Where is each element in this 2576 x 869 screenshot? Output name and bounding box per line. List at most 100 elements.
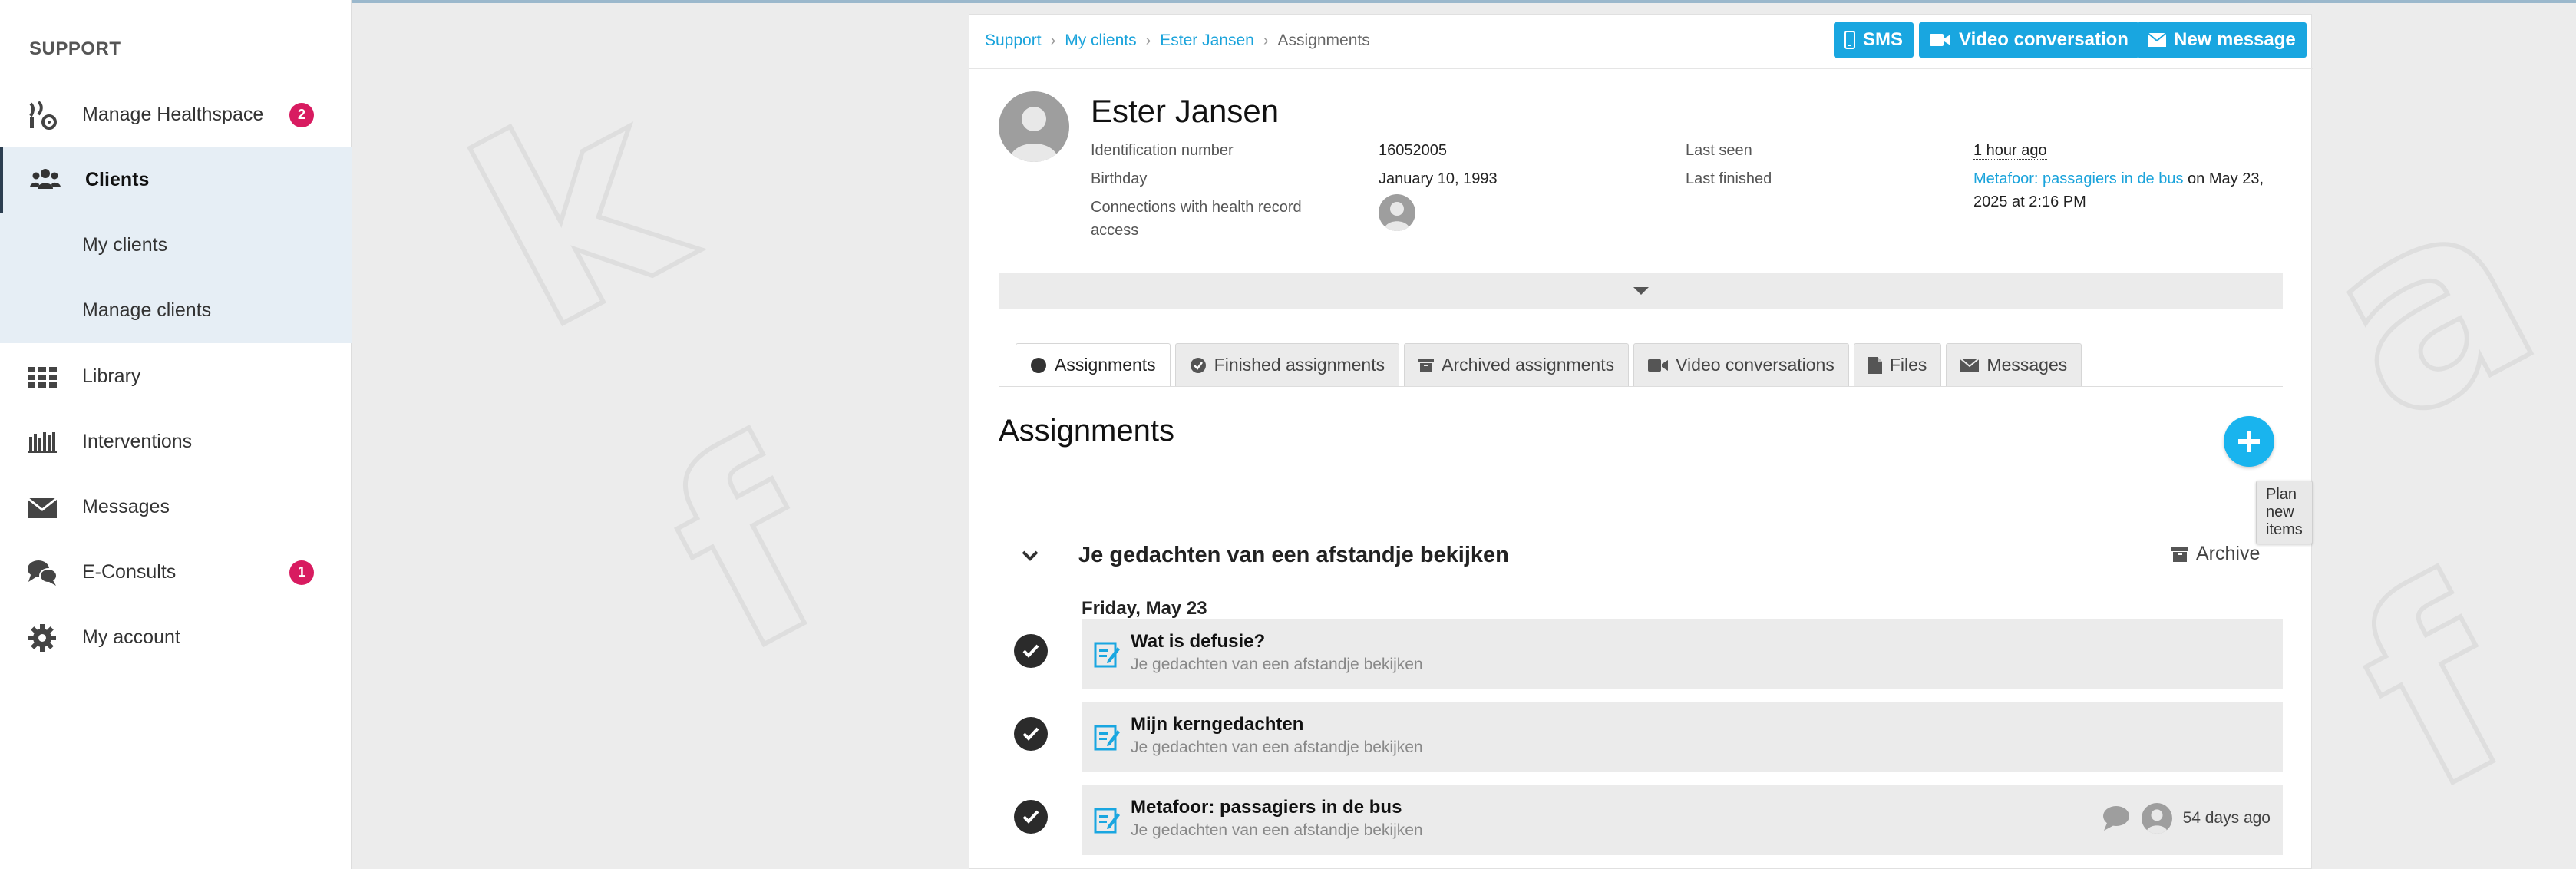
top-accent-line bbox=[0, 0, 2576, 3]
tab-video-conversations[interactable]: Video conversations bbox=[1633, 343, 1849, 386]
assignment-title: Metafoor: passagiers in de bus bbox=[1131, 797, 1402, 818]
tab-messages[interactable]: Messages bbox=[1946, 343, 2082, 386]
archive-button[interactable]: Archive bbox=[2171, 543, 2260, 565]
sidebar-item-label: Messages bbox=[82, 496, 170, 517]
completed-check-icon bbox=[1014, 717, 1048, 751]
sidebar-item-manage-healthspace[interactable]: Manage Healthspace 2 bbox=[0, 82, 352, 147]
completed-check-icon bbox=[1014, 634, 1048, 668]
assignment-row[interactable]: Mijn kerngedachten Je gedachten van een … bbox=[1082, 702, 2283, 772]
assignment-row[interactable]: Wat is defusie? Je gedachten van een afs… bbox=[1082, 619, 2283, 689]
envelope-icon bbox=[1960, 358, 1980, 372]
client-avatar-small bbox=[2141, 803, 2172, 834]
sidebar-item-interventions[interactable]: Interventions bbox=[0, 409, 352, 474]
client-name: Ester Jansen bbox=[1091, 93, 1280, 129]
last-finished-value: Metafoor: passagiers in de bus on May 23… bbox=[1973, 167, 2273, 213]
sidebar-subitem-my-clients[interactable]: My clients bbox=[0, 213, 352, 278]
chat-bubbles-icon bbox=[28, 560, 58, 586]
breadcrumb-current: Assignments bbox=[1277, 31, 1370, 49]
plant-gear-icon bbox=[29, 101, 57, 130]
breadcrumb-client[interactable]: Ester Jansen bbox=[1160, 31, 1254, 50]
users-icon bbox=[30, 169, 61, 189]
plan-new-items-button[interactable] bbox=[2224, 416, 2274, 467]
sidebar-item-label: Library bbox=[82, 365, 141, 387]
tab-bar: Assignments Finished assignments Archive… bbox=[1016, 343, 2082, 386]
breadcrumb: Support › My clients › Ester Jansen › As… bbox=[985, 31, 1370, 50]
identification-value: 16052005 bbox=[1379, 142, 1447, 159]
breadcrumb-support[interactable]: Support bbox=[985, 31, 1042, 50]
assignment-meta: 54 days ago bbox=[2100, 803, 2271, 834]
tab-archived-assignments[interactable]: Archived assignments bbox=[1404, 343, 1630, 386]
sidebar-item-messages[interactable]: Messages bbox=[0, 474, 352, 540]
assignment-group-title: Je gedachten van een afstandje bekijken bbox=[1078, 543, 1509, 567]
new-message-button[interactable]: New message bbox=[2137, 22, 2307, 58]
sidebar-item-label: Manage clients bbox=[82, 299, 212, 321]
chevron-down-icon[interactable] bbox=[1019, 544, 1042, 567]
check-circle-icon bbox=[1190, 357, 1206, 373]
breadcrumb-separator: › bbox=[1145, 31, 1151, 49]
sidebar-item-label: Manage Healthspace bbox=[82, 104, 264, 125]
edit-document-icon bbox=[1094, 642, 1120, 668]
sidebar-item-clients[interactable]: Clients bbox=[0, 147, 352, 213]
last-seen-label: Last seen bbox=[1686, 142, 1752, 159]
bookshelf-icon bbox=[28, 432, 57, 453]
assignment-row[interactable]: Metafoor: passagiers in de bus Je gedach… bbox=[1082, 785, 2283, 855]
expand-details-bar[interactable] bbox=[999, 273, 2283, 309]
assignment-age: 54 days ago bbox=[2182, 809, 2271, 827]
assignment-title: Wat is defusie? bbox=[1131, 631, 1266, 652]
tab-label: Finished assignments bbox=[1214, 355, 1385, 375]
sms-button-label: SMS bbox=[1863, 29, 1904, 50]
tab-label: Archived assignments bbox=[1442, 355, 1615, 375]
sidebar-item-label: E-Consults bbox=[82, 561, 177, 583]
sidebar-subitem-manage-clients[interactable]: Manage clients bbox=[0, 278, 352, 343]
archive-icon bbox=[1418, 358, 1435, 372]
envelope-icon bbox=[2148, 33, 2166, 47]
user-silhouette-icon bbox=[1384, 202, 1410, 231]
user-silhouette-icon bbox=[2145, 809, 2168, 834]
tab-label: Messages bbox=[1986, 355, 2068, 375]
archive-label: Archive bbox=[2196, 543, 2261, 564]
tab-assignments[interactable]: Assignments bbox=[1016, 343, 1171, 386]
archive-icon bbox=[2171, 546, 2188, 562]
sidebar-item-label: My account bbox=[82, 626, 180, 648]
video-conversation-button[interactable]: Video conversation bbox=[1919, 22, 2139, 58]
sidebar-heading: SUPPORT bbox=[29, 38, 121, 59]
tab-label: Video conversations bbox=[1676, 355, 1835, 375]
sidebar-item-my-account[interactable]: My account bbox=[0, 605, 352, 670]
tab-finished-assignments[interactable]: Finished assignments bbox=[1174, 343, 1400, 386]
envelope-icon bbox=[27, 497, 58, 518]
sidebar-item-label: My clients bbox=[82, 234, 168, 256]
tooltip: Plan new items bbox=[2256, 481, 2313, 544]
comment-icon[interactable] bbox=[2100, 805, 2131, 832]
plus-icon bbox=[2238, 431, 2260, 452]
circle-icon bbox=[1031, 357, 1046, 373]
breadcrumb-separator: › bbox=[1263, 31, 1269, 49]
breadcrumb-my-clients[interactable]: My clients bbox=[1065, 31, 1136, 50]
last-finished-label: Last finished bbox=[1686, 170, 1772, 187]
caret-down-icon bbox=[1633, 287, 1649, 295]
sidebar-item-e-consults[interactable]: E-Consults 1 bbox=[0, 540, 352, 605]
divider bbox=[999, 386, 2283, 387]
birthday-label: Birthday bbox=[1091, 170, 1148, 187]
sidebar-item-library[interactable]: Library bbox=[0, 344, 352, 409]
video-conversation-label: Video conversation bbox=[1959, 29, 2129, 50]
sidebar-item-label: Interventions bbox=[82, 431, 193, 452]
tab-label: Files bbox=[1889, 355, 1927, 375]
client-avatar bbox=[999, 91, 1069, 162]
sidebar-item-label: Clients bbox=[85, 169, 150, 190]
last-seen-value: 1 hour ago bbox=[1973, 142, 2047, 160]
assignment-subtitle: Je gedachten van een afstandje bekijken bbox=[1131, 738, 1423, 756]
tab-files[interactable]: Files bbox=[1853, 343, 1942, 386]
sms-button[interactable]: SMS bbox=[1834, 22, 1914, 58]
connection-avatar[interactable] bbox=[1379, 194, 1415, 231]
file-icon bbox=[1868, 356, 1882, 374]
birthday-value: January 10, 1993 bbox=[1379, 170, 1498, 187]
assignment-title: Mijn kerngedachten bbox=[1131, 714, 1304, 735]
client-panel: Support › My clients › Ester Jansen › As… bbox=[969, 14, 2313, 869]
last-finished-link[interactable]: Metafoor: passagiers in de bus bbox=[1973, 170, 2184, 187]
background-watermark: a bbox=[2277, 127, 2576, 483]
assignment-subtitle: Je gedachten van een afstandje bekijken bbox=[1131, 656, 1423, 673]
user-silhouette-icon bbox=[1009, 107, 1058, 162]
video-camera-icon bbox=[1930, 34, 1950, 46]
assignment-subtitle: Je gedachten van een afstandje bekijken bbox=[1131, 821, 1423, 839]
background-watermark: k bbox=[428, 36, 728, 391]
